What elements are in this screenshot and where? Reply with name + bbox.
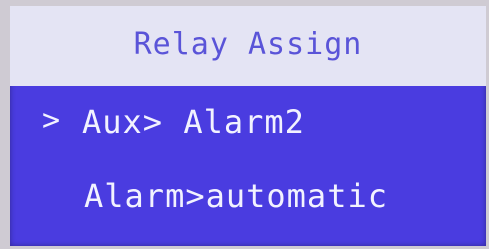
menu-item-label: Aux> Alarm2 <box>82 103 305 141</box>
title-bar: Relay Assign <box>10 6 486 86</box>
screen-title: Relay Assign <box>133 27 363 62</box>
lcd-screen: Relay Assign > Aux> Alarm2 Alarm>automat… <box>10 6 486 246</box>
display-bezel: Relay Assign > Aux> Alarm2 Alarm>automat… <box>0 0 489 249</box>
menu-item-label: Alarm>automatic <box>84 177 388 215</box>
menu-item-aux-alarm2[interactable]: > Aux> Alarm2 <box>10 96 486 156</box>
menu-item-alarm-automatic[interactable]: Alarm>automatic <box>10 170 486 230</box>
selection-cursor-icon: > <box>42 103 61 138</box>
